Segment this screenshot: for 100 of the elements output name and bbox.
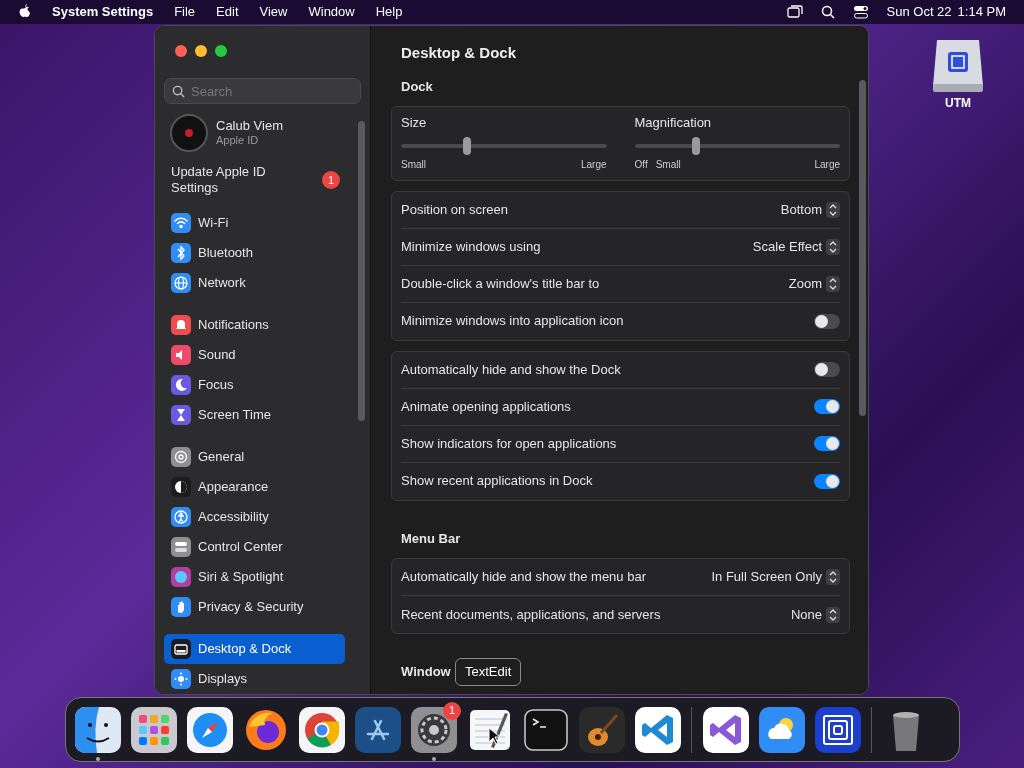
setting-label: Recent documents, applications, and servers <box>401 605 661 624</box>
popup-menu[interactable]: Scale Effect <box>752 236 840 257</box>
notification-badge: 1 <box>443 701 461 720</box>
notification-badge: 1 <box>322 171 340 189</box>
sidebar-item[interactable]: Appearance <box>164 472 345 502</box>
apple-icon[interactable] <box>18 4 32 20</box>
ribbon-icon[interactable] <box>702 706 749 753</box>
menu-item[interactable]: Help <box>375 2 403 22</box>
popup-menu[interactable]: In Full Screen Only <box>711 567 840 587</box>
terminal-icon[interactable] <box>522 706 569 753</box>
chevrons-icon <box>826 275 840 292</box>
window-title: Desktop & Dock <box>400 43 518 63</box>
sidebar-item[interactable]: Wi-Fi <box>164 208 345 238</box>
sidebar-item[interactable]: Screen Time <box>164 400 345 430</box>
chevrons-icon <box>826 201 840 218</box>
search-field[interactable]: Search <box>164 78 361 104</box>
dock-icon <box>171 639 191 659</box>
chevrons-icon <box>826 606 840 623</box>
setting-label: Position on screen <box>401 200 508 219</box>
sidebar-item[interactable]: General <box>164 442 345 472</box>
sidebar-item[interactable]: Sound <box>164 340 345 370</box>
slider-label: Size <box>401 114 428 132</box>
zoom-button[interactable] <box>215 45 227 57</box>
minimize-button[interactable] <box>195 45 207 57</box>
slider-tick-label: Small <box>401 157 426 172</box>
section-heading: Window <box>400 663 452 681</box>
sun-icon <box>171 669 191 689</box>
speaker-icon <box>171 345 191 365</box>
setting-label: Double-click a window's title bar to <box>401 274 600 293</box>
search-icon <box>172 85 185 98</box>
windows-icon[interactable] <box>786 5 803 19</box>
hourglass-icon <box>171 405 191 425</box>
compass-icon[interactable] <box>186 706 233 753</box>
sidebar-item[interactable]: Displays <box>164 664 345 694</box>
moon-icon <box>171 375 191 395</box>
toggles-icon[interactable] <box>852 5 869 19</box>
slider-thumb[interactable] <box>692 136 701 155</box>
concentric-squares-icon[interactable] <box>814 706 861 753</box>
bell-icon <box>171 315 191 335</box>
gear-icon[interactable] <box>410 706 457 753</box>
popup-menu[interactable]: Bottom <box>780 199 840 220</box>
search-icon[interactable] <box>820 5 835 19</box>
orb-icon <box>171 567 191 587</box>
update-notice[interactable]: Update Apple ID Settings <box>171 164 291 196</box>
setting-label: Minimize windows into application icon <box>401 312 624 331</box>
face-icon[interactable] <box>74 706 121 753</box>
sidebar-item[interactable]: Network <box>164 268 345 298</box>
tooltip: TextEdit <box>455 658 522 686</box>
bluetooth-icon <box>171 243 191 263</box>
setting-label: Automatically hide and show the Dock <box>401 360 621 379</box>
close-button[interactable] <box>175 45 187 57</box>
gear-icon <box>171 447 191 467</box>
contrast-icon <box>171 477 191 497</box>
cloud-sun-icon[interactable] <box>758 706 805 753</box>
guitar-icon[interactable] <box>578 706 625 753</box>
ribbon-icon[interactable] <box>634 706 681 753</box>
sidebar-item[interactable]: Desktop & Dock <box>164 634 345 664</box>
slider-track[interactable] <box>401 136 607 155</box>
setting-label: Show recent applications in Dock <box>401 472 593 491</box>
app-name[interactable]: System Settings <box>52 2 154 22</box>
menu-item[interactable]: File <box>174 2 196 22</box>
setting-label: Animate opening applications <box>401 397 571 416</box>
menu-item[interactable]: Window <box>308 2 355 22</box>
menu-item[interactable]: Edit <box>216 2 239 22</box>
setting-label: Show indicators for open applications <box>401 434 617 453</box>
toggle-switch[interactable] <box>814 399 840 414</box>
sidebar-item[interactable]: Control Center <box>164 532 345 562</box>
section-heading: Menu Bar <box>400 529 462 548</box>
setting-label: Minimize windows using <box>401 237 541 256</box>
hand-icon <box>171 597 191 617</box>
toggle-switch[interactable] <box>814 362 840 377</box>
sidebar-item[interactable]: Notifications <box>164 310 345 340</box>
person-icon <box>171 507 191 527</box>
sidebar-item[interactable]: Accessibility <box>164 502 345 532</box>
sidebar-item[interactable]: Privacy & Security <box>164 592 345 622</box>
popup-menu[interactable]: None <box>790 604 840 625</box>
menu-bar-clock[interactable]: 1:14 PM <box>957 2 1006 22</box>
menu-item[interactable]: View <box>259 2 288 22</box>
popup-menu[interactable]: Zoom <box>788 273 840 294</box>
slider-thumb[interactable] <box>462 136 471 155</box>
toggle-switch[interactable] <box>814 473 840 489</box>
slider-tick-label: Large <box>814 157 840 172</box>
toggles-icon <box>171 537 191 557</box>
sidebar-item[interactable]: Focus <box>164 370 345 400</box>
sidebar-item[interactable]: Siri & Spotlight <box>164 562 345 592</box>
wifi-icon <box>171 213 191 233</box>
sidebar-item[interactable]: Bluetooth <box>164 238 345 268</box>
slider-track[interactable] <box>634 136 840 155</box>
toggle-switch[interactable] <box>814 436 840 451</box>
toggle-switch[interactable] <box>814 313 840 329</box>
app-grid-icon[interactable] <box>130 706 177 753</box>
account-name[interactable]: Calub Viem <box>216 119 283 133</box>
chevrons-icon <box>826 569 840 585</box>
slider-label: Magnification <box>634 114 713 132</box>
pointer-cursor-icon <box>488 727 500 745</box>
slider-tick-label: Off <box>634 157 648 172</box>
drive-label[interactable]: UTM <box>945 94 971 112</box>
chevrons-icon <box>826 238 840 255</box>
section-heading: Dock <box>400 77 434 96</box>
menu-bar-date[interactable]: Sun Oct 22 <box>886 2 952 22</box>
